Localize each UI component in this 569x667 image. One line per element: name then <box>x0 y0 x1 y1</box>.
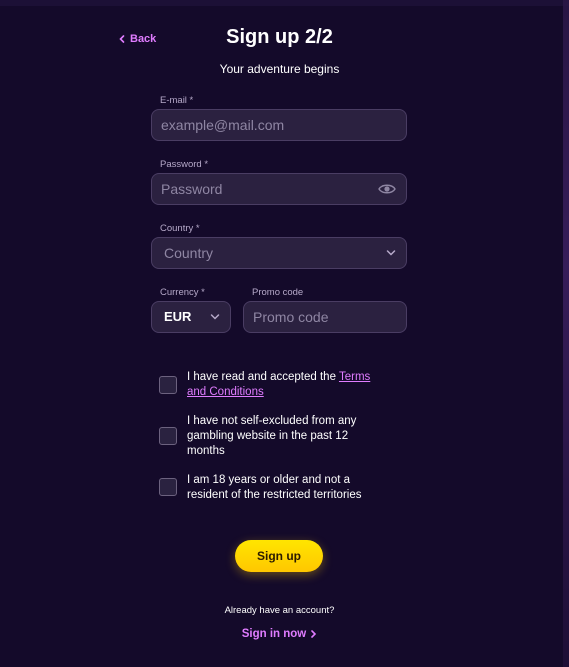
promo-placeholder: Promo code <box>253 309 329 325</box>
self-exclusion-text: I have not self-excluded from any gambli… <box>187 415 357 457</box>
terms-label: I have read and accepted the <box>187 371 339 383</box>
promo-label: Promo code <box>252 287 304 298</box>
password-label: Password * <box>160 159 209 170</box>
email-placeholder: example@mail.com <box>161 117 285 133</box>
chevron-down-icon <box>386 250 396 256</box>
email-field[interactable]: example@mail.com <box>151 109 407 141</box>
window-right-edge <box>563 0 569 667</box>
eye-icon[interactable] <box>378 182 396 196</box>
self-exclusion-check-row: I have not self-excluded from any gambli… <box>159 414 382 459</box>
page-subtitle: Your adventure begins <box>219 62 340 76</box>
password-placeholder: Password <box>161 181 223 197</box>
country-label: Country * <box>160 223 200 234</box>
sign-up-button[interactable]: Sign up <box>235 540 323 572</box>
sign-in-link[interactable]: Sign in now <box>0 628 559 640</box>
chevron-down-icon <box>210 314 220 320</box>
promo-code-field[interactable]: Promo code <box>243 301 407 333</box>
age-checkbox[interactable] <box>159 478 177 496</box>
self-exclusion-checkbox[interactable] <box>159 427 177 445</box>
sign-in-label: Sign in now <box>241 628 307 640</box>
email-label: E-mail * <box>160 95 194 106</box>
country-placeholder: Country <box>164 245 214 261</box>
password-field[interactable]: Password <box>151 173 407 205</box>
already-have-account-text: Already have an account? <box>224 605 335 616</box>
page-title: Sign up 2/2 <box>226 26 333 48</box>
currency-value: EUR <box>164 309 192 324</box>
terms-checkbox[interactable] <box>159 376 177 394</box>
top-edge <box>0 0 569 6</box>
chevron-right-icon <box>311 630 317 638</box>
terms-check-row: I have read and accepted the Terms and C… <box>159 370 382 400</box>
terms-text: I have read and accepted the Terms and C… <box>187 370 382 400</box>
currency-select[interactable]: EUR <box>151 301 231 333</box>
age-check-row: I am 18 years or older and not a residen… <box>159 473 382 503</box>
country-select[interactable]: Country <box>151 237 407 269</box>
currency-label: Currency * <box>160 287 205 298</box>
age-text: I am 18 years or older and not a residen… <box>187 474 362 501</box>
